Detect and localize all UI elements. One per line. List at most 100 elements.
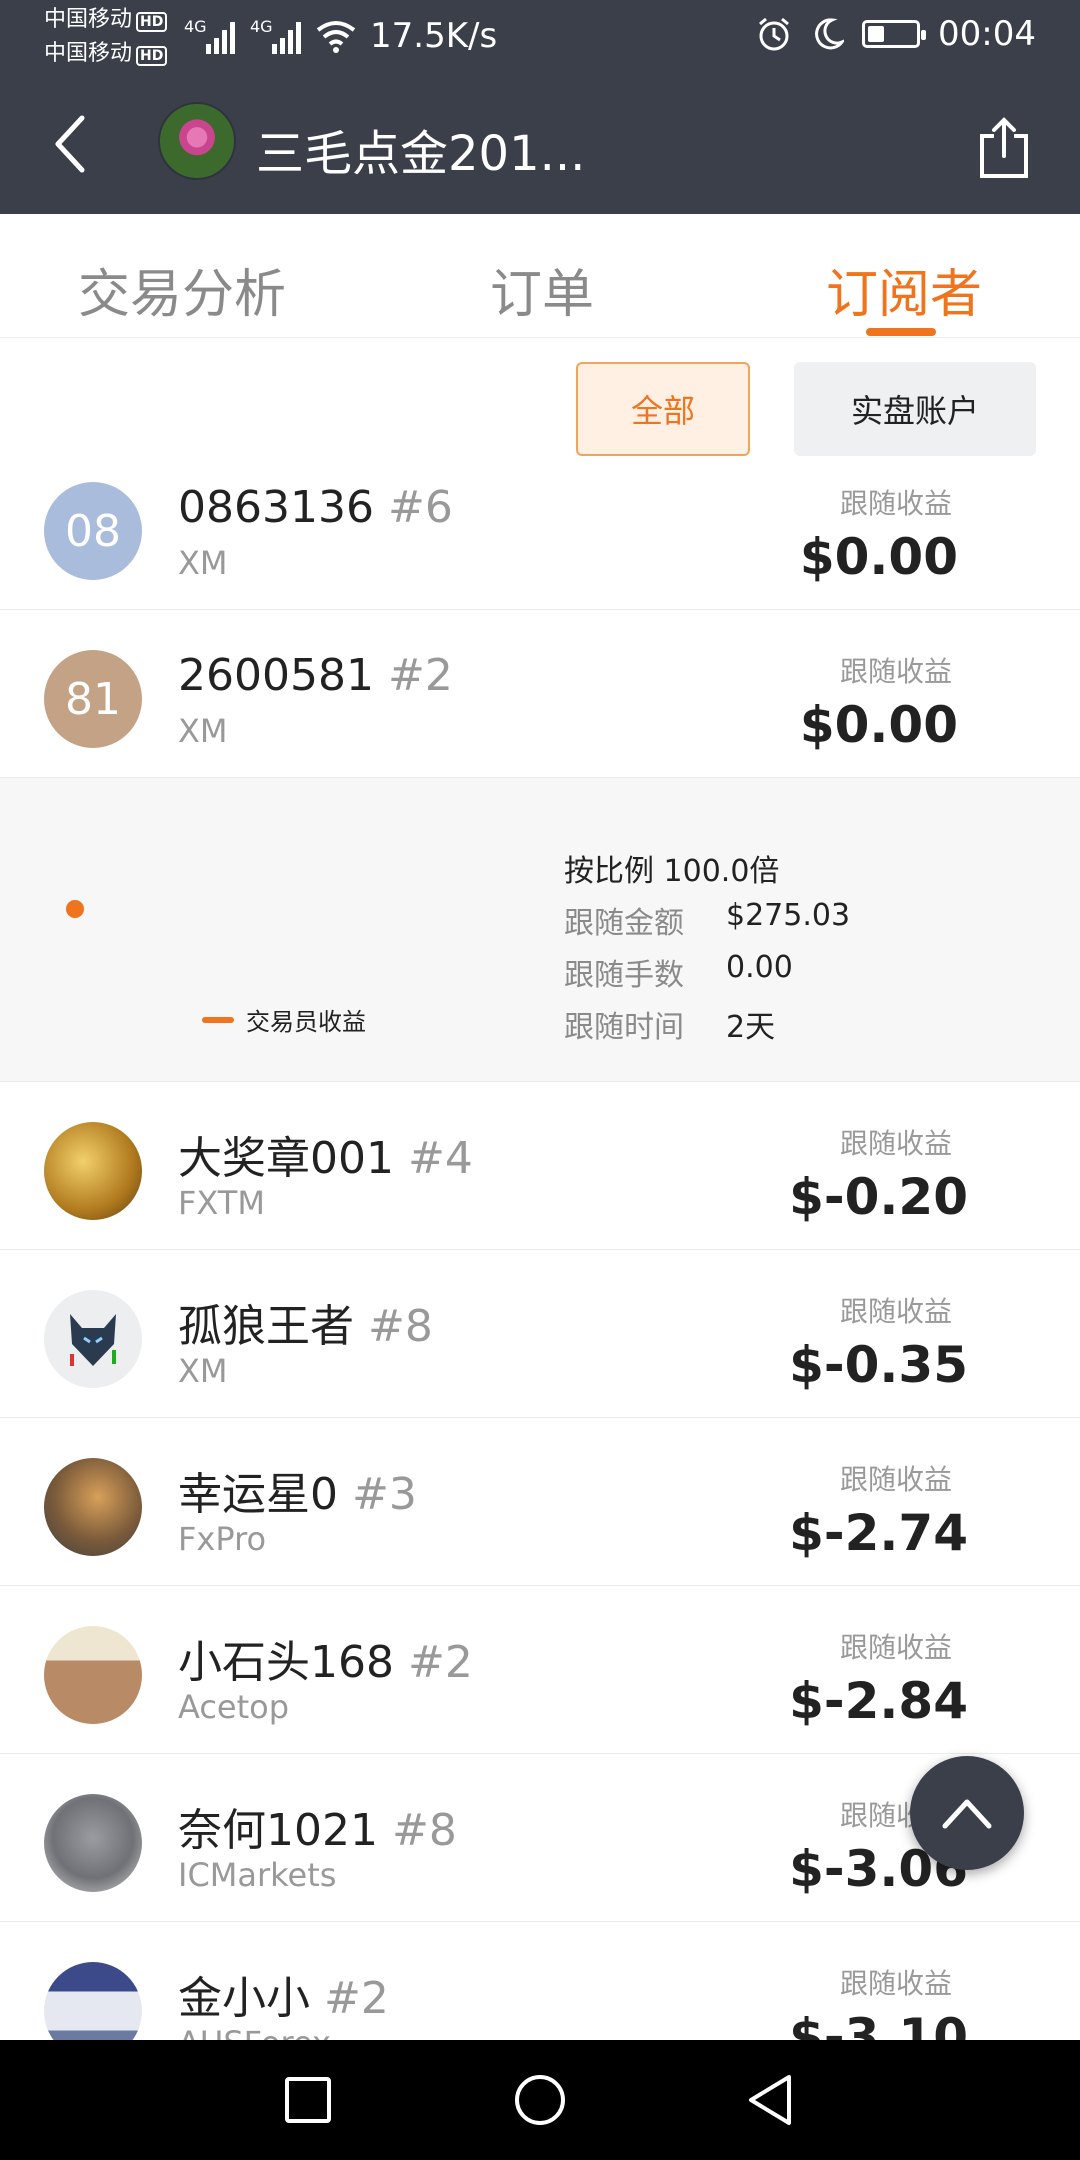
pl-value: $0.00: [799, 528, 958, 586]
pl-label: 跟随收益: [839, 1295, 952, 1328]
broker-name: XM: [178, 544, 228, 582]
subscriber-row[interactable]: 孤狼王者 #8 XM 跟随收益 $-0.35: [0, 1250, 1080, 1418]
filter-row: 全部 实盘账户: [0, 338, 1080, 474]
broker-name: Acetop: [178, 1688, 290, 1726]
title-bar: 三毛点金201...: [0, 74, 1080, 214]
follow-amount-label: 跟随金额: [564, 906, 684, 941]
avatar: [44, 1122, 142, 1220]
pl-value: $-2.74: [789, 1504, 968, 1562]
pl-label: 跟随收益: [839, 1463, 952, 1496]
svg-text:4G: 4G: [250, 17, 273, 36]
pl-label: 跟随收益: [839, 1631, 952, 1664]
system-nav-bar: [0, 2040, 1080, 2160]
broker-name: ICMarkets: [178, 1856, 337, 1894]
subscriber-rank: #3: [352, 1469, 417, 1520]
subscriber-row[interactable]: 大奖章001 #4 FXTM 跟随收益 $-0.20: [0, 1082, 1080, 1250]
subscriber-name-text: 大奖章001: [178, 1133, 394, 1184]
follow-lots-row: 跟随手数 0.00: [564, 950, 793, 994]
wifi-icon: [316, 21, 356, 53]
subscriber-name: 0863136 #6: [178, 482, 453, 533]
net-speed: 17.5K/s: [370, 16, 498, 56]
recents-button[interactable]: [268, 2060, 348, 2140]
hd-badge: HD: [136, 12, 168, 32]
avatar: 08: [44, 482, 142, 580]
subscriber-row[interactable]: 08 0863136 #6 XM 跟随收益 $0.00: [0, 474, 1080, 610]
carrier-1: 中国移动 HD: [44, 7, 168, 32]
filter-real-account-button[interactable]: 实盘账户: [794, 362, 1036, 456]
subscriber-row[interactable]: 81 2600581 #2 XM 跟随收益 $0.00: [0, 610, 1080, 778]
chevron-up-icon: [942, 1799, 992, 1829]
pl-label: 跟随收益: [839, 655, 952, 688]
share-button[interactable]: [968, 112, 1040, 184]
pl-value: $-0.20: [789, 1168, 968, 1226]
subscriber-rank: #2: [324, 1973, 389, 2024]
pl-value: $-2.84: [789, 1672, 968, 1730]
broker-name: XM: [178, 1352, 228, 1390]
avatar: [44, 1794, 142, 1892]
pl-value: $0.00: [799, 696, 958, 754]
subscriber-rank: #2: [407, 1637, 473, 1688]
wolf-icon: [70, 1314, 116, 1366]
trader-avatar[interactable]: [158, 102, 236, 180]
avatar: 81: [44, 650, 142, 748]
page-title: 三毛点金201...: [256, 126, 586, 182]
follow-amount-row: 跟随金额 $275.03: [564, 898, 850, 942]
back-nav-button[interactable]: [730, 2060, 810, 2140]
subscriber-rank: #6: [387, 482, 453, 533]
carrier-2: 中国移动 HD: [44, 41, 168, 66]
back-button[interactable]: [30, 104, 110, 184]
chevron-left-icon: [55, 115, 85, 173]
subscriber-rank: #4: [407, 1133, 473, 1184]
active-tab-indicator: [866, 328, 936, 336]
follow-time-value: 2天: [726, 1010, 776, 1045]
subscriber-rank: #8: [391, 1805, 457, 1856]
subscriber-name-text: 金小小: [178, 1973, 310, 2024]
circle-icon: [515, 2075, 565, 2125]
avatar: [44, 1458, 142, 1556]
subscriber-name-text: 奈何1021: [178, 1805, 378, 1856]
signal-icon: 4G: [184, 17, 235, 54]
follow-ratio: 按比例 100.0倍: [564, 854, 780, 889]
chart-point: [66, 900, 84, 918]
follow-amount-value: $275.03: [726, 898, 851, 933]
avatar: [44, 1290, 142, 1388]
subscriber-rank: #2: [387, 650, 453, 701]
subscriber-rank: #8: [368, 1301, 433, 1352]
chart-legend: 交易员收益: [202, 1002, 366, 1037]
carrier-1-label: 中国移动: [44, 7, 133, 32]
tab-orders[interactable]: 订单: [490, 252, 594, 327]
alarm-icon: [759, 17, 789, 51]
avatar: [44, 1962, 142, 2040]
pl-label: 跟随收益: [839, 1127, 952, 1160]
scroll-to-top-button[interactable]: [910, 1756, 1024, 1870]
status-right: 00:04: [756, 14, 1036, 54]
filter-all-button[interactable]: 全部: [576, 362, 750, 456]
pl-value: $-0.35: [789, 1336, 968, 1394]
tab-subscribers[interactable]: 订阅者: [826, 252, 982, 327]
subscriber-row[interactable]: 幸运星0 #3 FxPro 跟随收益 $-2.74: [0, 1418, 1080, 1586]
broker-name: FxPro: [178, 1520, 267, 1558]
subscriber-detail-panel: 交易员收益 按比例 100.0倍 跟随金额 $275.03 跟随手数 0.00 …: [0, 778, 1080, 1082]
svg-text:4G: 4G: [184, 17, 207, 36]
follow-time-row: 跟随时间 2天: [564, 1002, 775, 1046]
tab-trade-analysis[interactable]: 交易分析: [78, 252, 286, 327]
pl-value: $-3.10: [789, 2008, 968, 2040]
subscriber-row[interactable]: 小石头168 #2 Acetop 跟随收益 $-2.84: [0, 1586, 1080, 1754]
subscriber-name: 大奖章001 #4: [178, 1122, 473, 1186]
avatar: [44, 1626, 142, 1724]
subscriber-name-text: 小石头168: [178, 1637, 394, 1688]
signal-icon-2: 4G: [250, 17, 301, 54]
subscriber-row[interactable]: 金小小 #2 AUSForex 跟随收益 $-3.10: [0, 1922, 1080, 2040]
subscriber-name: 小石头168 #2: [178, 1626, 473, 1690]
subscriber-name-text: 2600581: [178, 650, 374, 701]
carrier-2-label: 中国移动: [44, 41, 133, 66]
home-button[interactable]: [500, 2060, 580, 2140]
broker-name: AUSForex: [178, 2024, 331, 2040]
follow-time-label: 跟随时间: [564, 1010, 684, 1045]
moon-icon: [815, 18, 845, 50]
legend-line-icon: [202, 1016, 234, 1023]
broker-name: XM: [178, 712, 228, 750]
follow-lots-value: 0.00: [726, 950, 793, 985]
pl-label: 跟随收益: [839, 1967, 952, 2000]
triangle-back-icon: [749, 2075, 791, 2125]
